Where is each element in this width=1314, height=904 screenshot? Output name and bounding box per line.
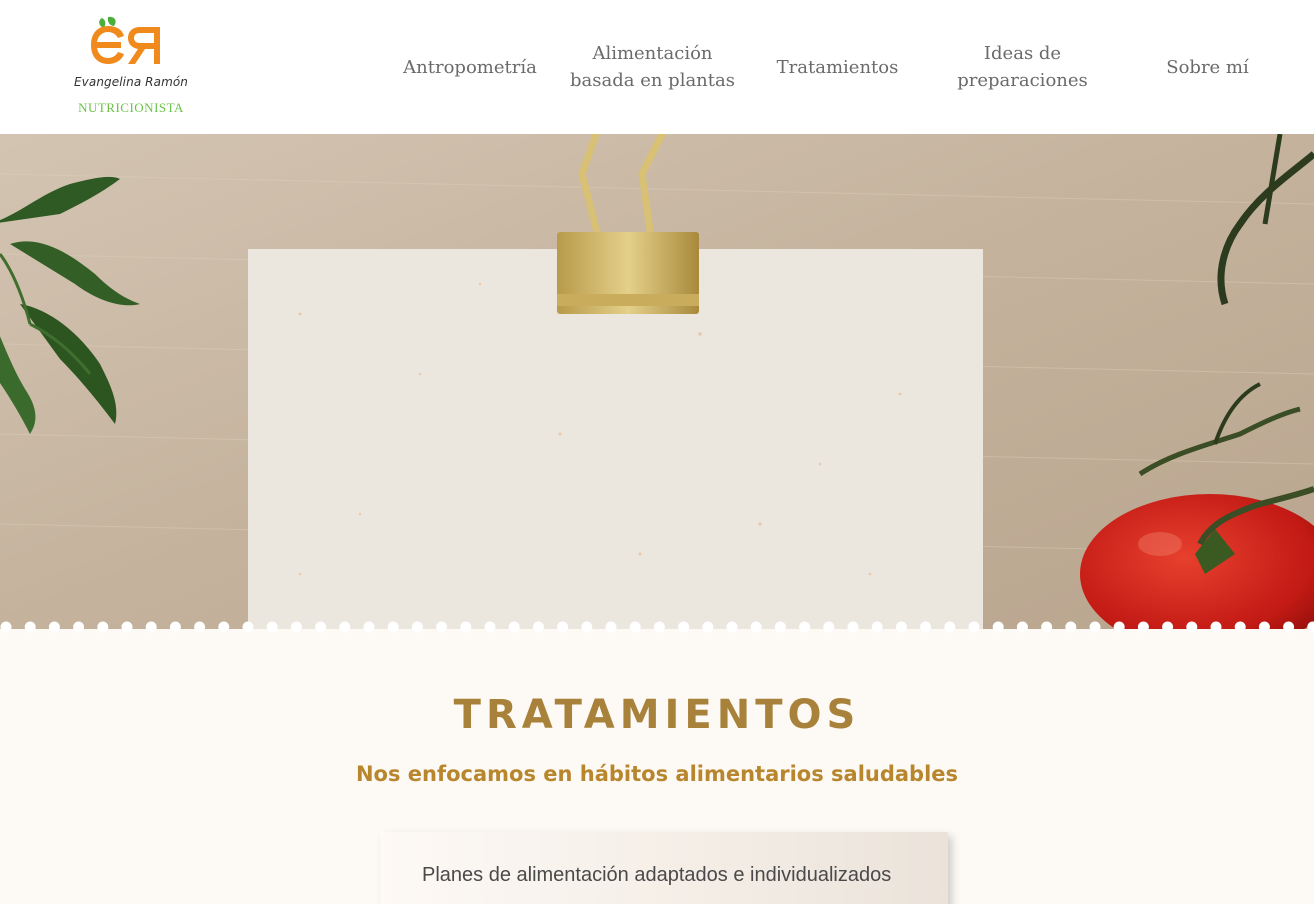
main-nav: Antropometría Alimentación basada en pla… [380,0,1280,134]
divider-dot [48,621,60,633]
divider-dot [726,621,738,633]
divider-dot [1162,621,1174,633]
divider-dot [992,621,1004,633]
divider-dot [1137,621,1149,633]
section-title: TRATAMIENTOS [453,692,861,738]
divider-dot [121,621,133,633]
divider-dot [0,621,12,633]
divider-dot [702,621,714,633]
divider-dot [315,621,327,633]
divider-dot [266,621,278,633]
divider-dot [363,621,375,633]
divider-dot [145,621,157,633]
divider-dot [799,621,811,633]
divider-dot [508,621,520,633]
nav-item-sobre-mi[interactable]: Sobre mí [1150,0,1265,134]
divider-dot [1283,621,1295,633]
nav-item-tratamientos[interactable]: Tratamientos [765,0,910,134]
divider-dot [1089,621,1101,633]
divider-dot [823,621,835,633]
divider-dot [871,621,883,633]
hero-image [0,134,1314,634]
divider-dot [1113,621,1125,633]
divider-dot [847,621,859,633]
nav-item-label-line1: Alimentación [592,43,713,64]
nav-item-label: Tratamientos [776,56,899,78]
divider-dot [194,621,206,633]
divider-dot [532,621,544,633]
hero-banner [0,134,1314,634]
site-header: Evangelina Ramón NUTRICIONISTA Antropome… [0,0,1314,134]
divider-dot [678,621,690,633]
divider-dot [1210,621,1222,633]
divider-dot [242,621,254,633]
nav-item-label: Antropometría [403,56,537,78]
nav-item-antropometria[interactable]: Antropometría [390,0,550,134]
nav-item-label: Sobre mí [1166,56,1249,78]
divider-dot [750,621,762,633]
brand-logo[interactable]: Evangelina Ramón NUTRICIONISTA [66,10,190,122]
divider-dot [1258,621,1270,633]
divider-dot [944,621,956,633]
section-subtitle: Nos enfocamos en hábitos alimentarios sa… [355,762,959,786]
nav-item-label-line1: Ideas de [983,43,1062,64]
divider-dot [169,621,181,633]
treatment-card[interactable]: Planes de alimentación adaptados e indiv… [380,832,948,904]
divider-dot [1016,621,1028,633]
divider-dot [411,621,423,633]
divider-dot [1065,621,1077,633]
treatment-card-text: Planes de alimentación adaptados e indiv… [422,864,892,886]
divider-dot [97,621,109,633]
divider-dot [460,621,472,633]
divider-dot [73,621,85,633]
brand-role: NUTRICIONISTA [78,100,184,115]
divider-dot [218,621,230,633]
divider-dot [1234,621,1246,633]
nav-item-alimentacion-basada-en-plantas[interactable]: Alimentación basada en plantas [565,0,740,134]
divider-dot [339,621,351,633]
divider-dot [557,621,569,633]
divider-dot [605,621,617,633]
divider-dot [24,621,36,633]
divider-dot [774,621,786,633]
brand-name: Evangelina Ramón [74,75,189,89]
divider-dot [1186,621,1198,633]
brand-logo-mark [91,16,160,64]
divider-dot [387,621,399,633]
divider-dot [920,621,932,633]
nav-item-ideas-de-preparaciones[interactable]: Ideas de preparaciones [945,0,1100,134]
nav-item-label-line2: preparaciones [957,70,1088,91]
scalloped-divider [0,621,1314,634]
divider-dot [653,621,665,633]
tratamientos-section: TRATAMIENTOS Nos enfocamos en hábitos al… [0,634,1314,904]
divider-dot [290,621,302,633]
divider-dot [436,621,448,633]
divider-dot [1041,621,1053,633]
divider-dot [968,621,980,633]
divider-dot [484,621,496,633]
divider-dot [629,621,641,633]
divider-dot [895,621,907,633]
nav-item-label-line2: basada en plantas [570,70,735,91]
divider-dot [581,621,593,633]
